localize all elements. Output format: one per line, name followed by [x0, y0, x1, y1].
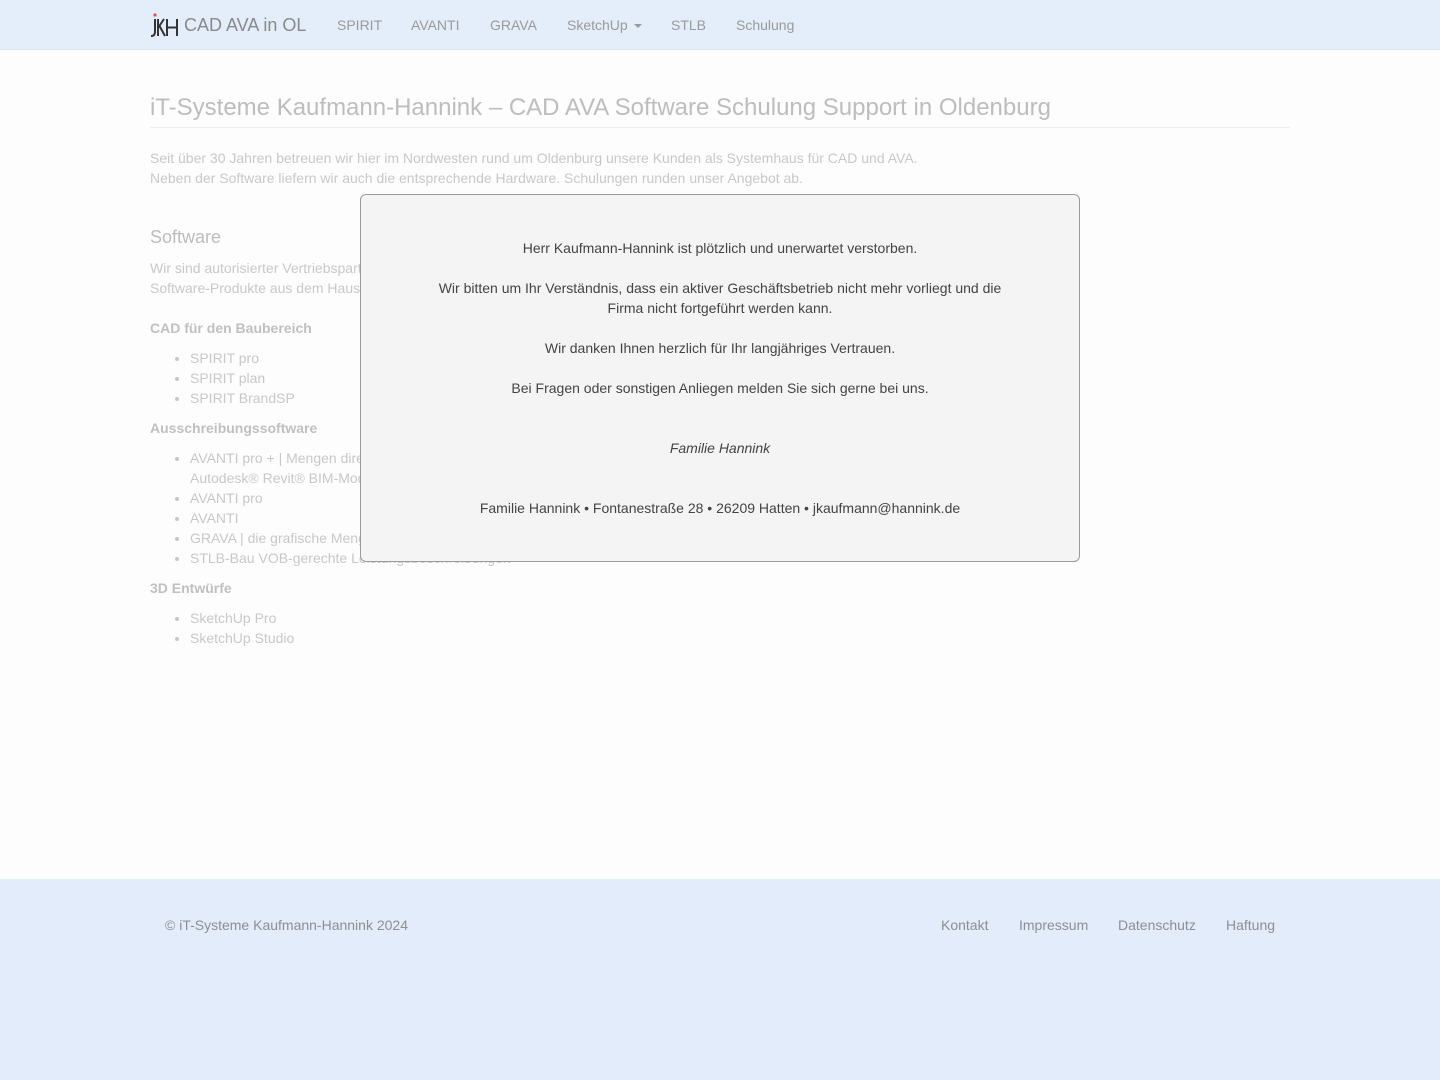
software-heading: Software: [150, 227, 222, 247]
nav-spirit[interactable]: SPIRIT: [337, 0, 382, 50]
category-ava-title: Ausschreibungssoftware: [150, 420, 318, 436]
modal-text: Wir bitten um Ihr Verständnis, dass ein …: [438, 280, 1002, 296]
footer-link-impressum[interactable]: Impressum: [1019, 915, 1088, 935]
intro-text: Seit über 30 Jahren betreuen wir hier im…: [150, 148, 1050, 188]
modal-text: Bei Fragen oder sonstigen Anliegen melde…: [511, 380, 929, 396]
nav-grava[interactable]: GRAVA: [490, 0, 537, 50]
caret-down-icon: [633, 24, 642, 29]
modal-signature: Familie Hannink: [669, 440, 771, 456]
nav-sketchup-dropdown[interactable]: SketchUp: [567, 0, 642, 50]
category-3d-title: 3D Entwürfe: [150, 580, 232, 596]
footer-link-datenschutz[interactable]: Datenschutz: [1118, 915, 1196, 935]
nav-schulung[interactable]: Schulung: [736, 0, 794, 50]
page-title: iT-Systeme Kaufmann-Hannink – CAD AVA So…: [150, 92, 1290, 128]
software-intro-line: Software-Produkte aus dem Haus: [150, 280, 361, 296]
footer-copyright: © iT-Systeme Kaufmann-Hannink 2024: [165, 917, 408, 933]
category-3d-list: SketchUp Pro SketchUp Studio: [150, 608, 890, 648]
nav-stlb[interactable]: STLB: [671, 0, 706, 50]
modal-text: Firma nicht fortgeführt werden kann.: [607, 300, 833, 316]
footer: [0, 879, 1440, 1080]
intro-line: Neben der Software liefern wir auch die …: [150, 170, 803, 186]
navbar: CAD AVA in OL SPIRIT AVANTI GRAVA Sketch…: [0, 0, 1440, 50]
nav-sketchup-label: SketchUp: [567, 17, 628, 33]
footer-link-haftung[interactable]: Haftung: [1226, 915, 1275, 935]
jkh-logo-icon: [150, 12, 180, 38]
software-intro: Wir sind autorisierter Vertriebspartner …: [150, 258, 382, 298]
brand-link[interactable]: CAD AVA in OL: [150, 12, 306, 38]
nav-avanti[interactable]: AVANTI: [411, 0, 460, 50]
category-cad-title: CAD für den Baubereich: [150, 320, 312, 336]
list-item[interactable]: SketchUp Pro: [190, 608, 890, 628]
intro-line: Seit über 30 Jahren betreuen wir hier im…: [150, 150, 918, 166]
footer-link-kontakt[interactable]: Kontakt: [941, 915, 988, 935]
software-intro-line: Wir sind autorisierter Vertriebspartner: [150, 260, 382, 276]
notice-modal: Herr Kaufmann-Hannink ist plötzlich und …: [360, 194, 1080, 562]
modal-text: Herr Kaufmann-Hannink ist plötzlich und …: [522, 240, 918, 256]
list-item[interactable]: SketchUp Studio: [190, 628, 890, 648]
modal-contact: Familie Hannink • Fontanestraße 28 • 262…: [479, 500, 961, 516]
modal-text: Wir danken Ihnen herzlich für Ihr langjä…: [544, 340, 896, 356]
brand-text: CAD AVA in OL: [184, 15, 307, 35]
